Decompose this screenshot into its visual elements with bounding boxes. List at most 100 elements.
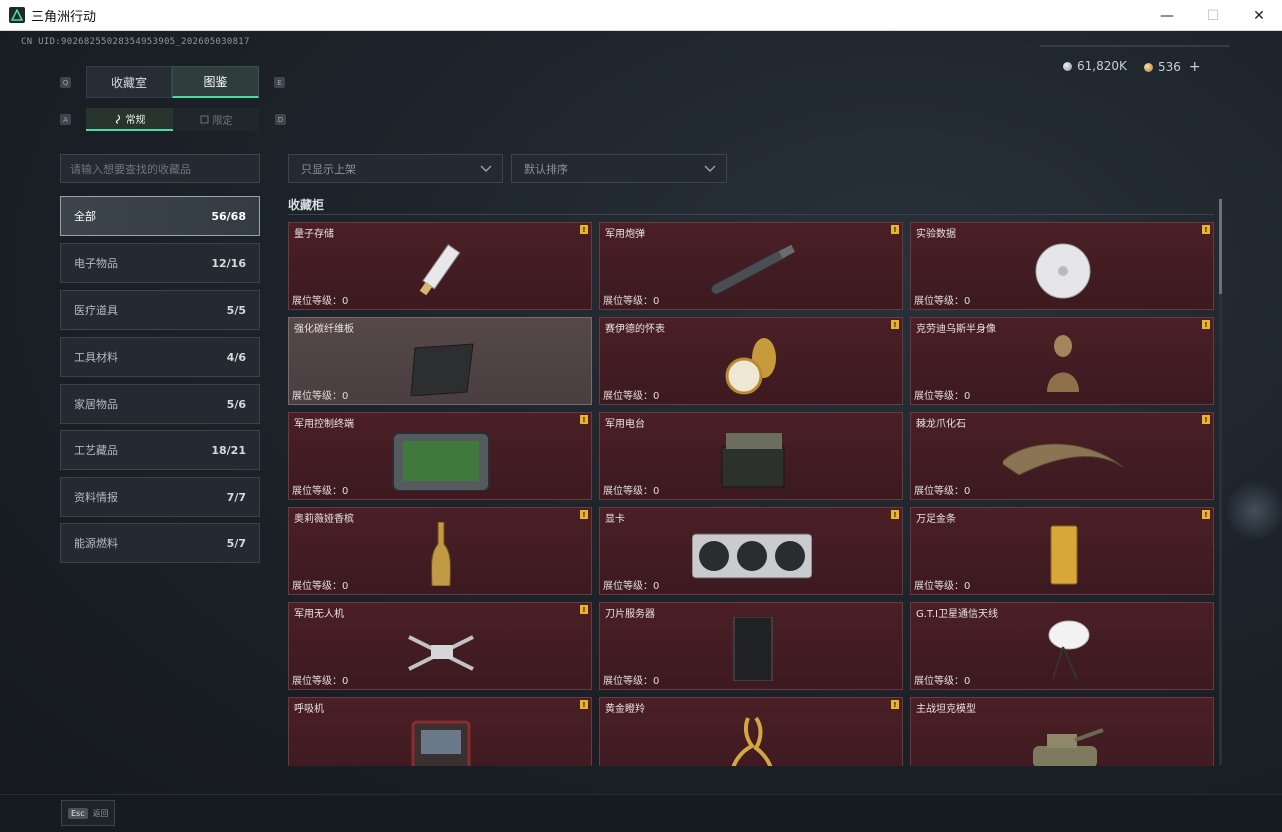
category-tools[interactable]: 工具材料 4/6 [60,337,260,377]
tab-catalog[interactable]: 图鉴 [172,66,259,98]
shelf-filter-value: 只显示上架 [301,162,356,176]
key-hint-a: A [60,114,71,125]
gold-coin-icon [1144,62,1153,72]
minimize-button[interactable]: — [1144,0,1190,31]
item-card[interactable]: 显卡 ! 展位等级：0 [599,507,903,595]
level-value: 0 [653,486,660,497]
close-button[interactable]: ✕ [1236,0,1282,31]
add-currency-button[interactable]: + [1189,59,1201,75]
category-label: 电子物品 [74,257,118,270]
key-hint-e: E [274,77,285,88]
category-count: 18/21 [211,443,246,457]
item-name: 主战坦克模型 [916,704,976,715]
level-value: 0 [342,581,349,592]
item-name: 实验数据 [916,229,956,240]
level-label: 展位等级： [603,391,653,402]
level-label: 展位等级： [292,486,342,497]
item-level: 展位等级：0 [292,292,348,307]
category-count: 5/7 [226,536,246,550]
chevron-down-icon [704,165,716,172]
level-label: 展位等级： [914,391,964,402]
item-card[interactable]: 克劳迪乌斯半身像 ! 展位等级：0 [910,317,1214,405]
carbon-plate-icon [410,343,474,396]
item-card[interactable]: 万足金条 ! 展位等级：0 [910,507,1214,595]
category-label: 能源燃料 [74,537,118,550]
ventilator-icon [411,720,471,766]
item-name: 军用无人机 [294,609,344,620]
chevron-down-icon [480,165,492,172]
shelf-filter-dropdown[interactable]: 只显示上架 [288,154,503,183]
item-card[interactable]: 军用电台 展位等级：0 [599,412,903,500]
gold-bar-icon [1050,525,1078,585]
subtab-limited[interactable]: 限定 [173,108,259,131]
pocket-watch-icon [725,338,776,395]
search-input[interactable]: 请输入想要查找的收藏品 [60,154,260,183]
item-card[interactable]: 奥莉薇娅香槟 ! 展位等级：0 [288,507,592,595]
item-card[interactable]: 军用炮弹 ! 展位等级：0 [599,222,903,310]
item-name: 棘龙爪化石 [916,419,966,430]
category-crafts[interactable]: 工艺藏品 18/21 [60,430,260,470]
category-intel[interactable]: 资料情报 7/7 [60,477,260,517]
item-level: 展位等级：0 [603,387,659,402]
alert-badge-icon: ! [1202,510,1210,519]
category-all[interactable]: 全部 56/68 [60,196,260,236]
level-label: 展位等级： [914,581,964,592]
item-card[interactable]: 军用控制终端 ! 展位等级：0 [288,412,592,500]
subtab-regular-label: 常规 [125,115,146,126]
graphics-card-icon [692,533,812,579]
category-medical[interactable]: 医疗道具 5/5 [60,290,260,330]
level-label: 展位等级： [603,581,653,592]
item-level: 展位等级：0 [914,387,970,402]
item-name: 万足金条 [916,514,956,525]
category-household[interactable]: 家居物品 5/6 [60,384,260,424]
level-label: 展位等级： [603,296,653,307]
item-card[interactable]: 赛伊德的怀表 ! 展位等级：0 [599,317,903,405]
category-count: 5/6 [226,397,246,411]
bust-statue-icon [1047,335,1079,392]
decorative-divider [1040,45,1230,47]
item-card[interactable]: 刀片服务器 展位等级：0 [599,602,903,690]
item-card[interactable]: 主战坦克模型 展位等级：0 [910,697,1214,766]
back-button[interactable]: Esc 返回 [61,800,115,826]
item-card[interactable]: 强化碳纤维板 展位等级：0 [288,317,592,405]
server-icon [733,617,773,681]
game-area: CN UID:9026825502835495390​5_20260503081… [0,31,1282,832]
military-radio-icon [721,433,785,488]
item-card[interactable]: 军用无人机 ! 展位等级：0 [288,602,592,690]
item-name: 军用控制终端 [294,419,354,430]
category-label: 资料情报 [74,491,118,504]
item-card[interactable]: 量子存储 ! 展位等级：0 [288,222,592,310]
category-fuel[interactable]: 能源燃料 5/7 [60,523,260,563]
category-electronics[interactable]: 电子物品 12/16 [60,243,260,283]
tab-collection-room[interactable]: 收藏室 [86,66,172,98]
level-label: 展位等级： [292,581,342,592]
alert-badge-icon: ! [580,700,588,709]
artillery-shell-icon [710,244,795,295]
maximize-button[interactable]: ☐ [1190,0,1236,31]
item-card[interactable]: 棘龙爪化石 ! 展位等级：0 [910,412,1214,500]
item-level: 展位等级：0 [292,577,348,592]
item-card[interactable]: 黄金瞪羚 ! 展位等级：0 [599,697,903,766]
item-card[interactable]: 实验数据 ! 展位等级：0 [910,222,1214,310]
level-value: 0 [964,486,971,497]
level-label: 展位等级： [292,676,342,687]
item-level: 展位等级：0 [292,672,348,687]
sort-dropdown[interactable]: 默认排序 [511,154,727,183]
grid-scrollbar-thumb[interactable] [1219,199,1222,294]
level-value: 0 [342,391,349,402]
item-card[interactable]: 呼吸机 ! 展位等级：0 [288,697,592,766]
player-uid: CN UID:9026825502835495390​5_20260503081… [21,37,250,47]
footer-bar: Esc 返回 [0,794,1282,832]
key-hint-q: Q [60,77,71,88]
item-level: 展位等级：0 [603,672,659,687]
alert-badge-icon: ! [891,700,899,709]
item-name: G.T.I卫星通信天线 [916,609,998,620]
subtab-regular[interactable]: 常规 [86,108,173,131]
alert-badge-icon: ! [1202,225,1210,234]
key-hint-d: D [275,114,286,125]
window-controls: — ☐ ✕ [1144,0,1282,31]
category-count: 12/16 [211,256,246,270]
item-card[interactable]: G.T.I卫星通信天线 展位等级：0 [910,602,1214,690]
item-level: 展位等级：0 [914,672,970,687]
level-value: 0 [653,391,660,402]
